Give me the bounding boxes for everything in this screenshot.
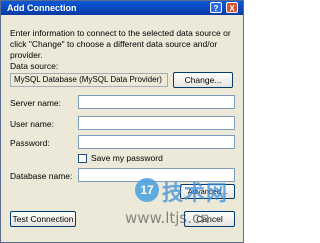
dialog-title: Add Connection xyxy=(7,3,77,13)
user-name-input[interactable] xyxy=(78,116,235,130)
save-password-checkbox[interactable] xyxy=(78,154,87,163)
close-button[interactable]: X xyxy=(226,2,238,13)
watermark-text: 技术网 xyxy=(162,181,228,205)
server-name-label: Server name: xyxy=(10,98,62,108)
password-label: Password: xyxy=(10,138,50,148)
data-source-field: MySQL Database (MySQL Data Provider) xyxy=(10,73,168,87)
password-input[interactable] xyxy=(78,135,235,149)
server-name-input[interactable] xyxy=(78,95,235,109)
save-password-label: Save my password xyxy=(91,153,163,163)
help-button[interactable]: ? xyxy=(210,2,222,13)
change-button[interactable]: Change... xyxy=(173,72,233,88)
instructions-text: Enter information to connect to the sele… xyxy=(10,28,231,60)
watermark-url: www.ltjs.cn xyxy=(125,209,210,227)
test-connection-button[interactable]: Test Connection xyxy=(10,211,76,227)
database-name-label: Database name: xyxy=(10,171,73,181)
title-bar: Add Connection ? X xyxy=(1,1,243,15)
watermark-logo-icon: 17 xyxy=(135,178,159,202)
add-connection-dialog: Add Connection ? X Enter information to … xyxy=(0,0,244,243)
data-source-label: Data source: xyxy=(10,61,59,71)
user-name-label: User name: xyxy=(10,119,54,129)
